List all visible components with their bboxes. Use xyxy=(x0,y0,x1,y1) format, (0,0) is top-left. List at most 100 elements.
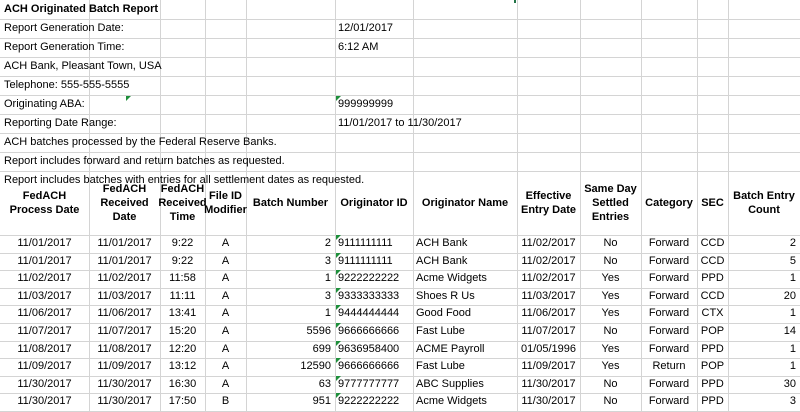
table-cell[interactable]: Forward xyxy=(641,341,697,359)
table-cell[interactable]: 1 xyxy=(246,305,331,323)
table-cell[interactable]: A xyxy=(205,288,246,306)
table-cell[interactable]: 1 xyxy=(728,341,796,359)
table-cell[interactable]: Yes xyxy=(580,358,641,376)
table-cell[interactable]: 12:20 xyxy=(160,341,205,359)
table-cell[interactable]: Forward xyxy=(641,288,697,306)
table-cell[interactable]: 9636958400 xyxy=(338,341,413,359)
report-info-label[interactable]: ACH Bank, Pleasant Town, USA xyxy=(4,57,162,75)
table-header-6[interactable]: Originator ID xyxy=(335,171,413,235)
table-cell[interactable]: POP xyxy=(697,358,728,376)
table-cell[interactable]: A xyxy=(205,253,246,271)
table-cell[interactable]: 3 xyxy=(246,288,331,306)
table-cell[interactable]: A xyxy=(205,341,246,359)
table-cell[interactable]: 11/30/2017 xyxy=(517,393,580,411)
table-cell[interactable]: 9444444444 xyxy=(338,305,413,323)
table-cell[interactable]: Forward xyxy=(641,393,697,411)
table-cell[interactable]: No xyxy=(580,376,641,394)
table-cell[interactable]: 11/01/2017 xyxy=(89,235,160,253)
table-cell[interactable]: PPD xyxy=(697,341,728,359)
table-cell[interactable]: 11/03/2017 xyxy=(517,288,580,306)
table-cell[interactable]: Yes xyxy=(580,270,641,288)
table-cell[interactable]: 11/02/2017 xyxy=(517,235,580,253)
table-header-8[interactable]: Effective Entry Date xyxy=(517,171,580,235)
table-cell[interactable]: 63 xyxy=(246,376,331,394)
table-cell[interactable]: 1 xyxy=(246,270,331,288)
table-cell[interactable]: Shoes R Us xyxy=(416,288,517,306)
table-cell[interactable]: 01/05/1996 xyxy=(517,341,580,359)
table-cell[interactable]: PPD xyxy=(697,393,728,411)
table-cell[interactable]: 9111111111 xyxy=(338,253,413,271)
report-info-label[interactable]: Report includes forward and return batch… xyxy=(4,152,285,170)
table-cell[interactable]: 699 xyxy=(246,341,331,359)
table-cell[interactable]: 11/06/2017 xyxy=(0,305,89,323)
table-cell[interactable]: 2 xyxy=(728,235,796,253)
table-cell[interactable]: 9333333333 xyxy=(338,288,413,306)
table-cell[interactable]: 3 xyxy=(246,253,331,271)
table-cell[interactable]: Return xyxy=(641,358,697,376)
table-cell[interactable]: 9666666666 xyxy=(338,323,413,341)
table-cell[interactable]: 1 xyxy=(728,270,796,288)
report-info-value[interactable]: 11/01/2017 to 11/30/2017 xyxy=(338,114,462,132)
table-cell[interactable]: B xyxy=(205,393,246,411)
table-header-12[interactable]: Batch Entry Count xyxy=(728,171,800,235)
table-cell[interactable]: 11/07/2017 xyxy=(0,323,89,341)
table-header-4[interactable]: File ID Modifier xyxy=(204,171,247,235)
table-cell[interactable]: Yes xyxy=(580,288,641,306)
table-cell[interactable]: 951 xyxy=(246,393,331,411)
table-header-11[interactable]: SEC xyxy=(697,171,728,235)
report-info-label[interactable]: ACH batches processed by the Federal Res… xyxy=(4,133,277,151)
table-header-9[interactable]: Same Day Settled Entries xyxy=(580,171,641,235)
table-cell[interactable]: ABC Supplies xyxy=(416,376,517,394)
table-cell[interactable]: A xyxy=(205,305,246,323)
table-cell[interactable]: No xyxy=(580,323,641,341)
table-cell[interactable]: 12590 xyxy=(246,358,331,376)
table-cell[interactable]: 11/01/2017 xyxy=(89,253,160,271)
table-header-10[interactable]: Category xyxy=(641,171,697,235)
table-cell[interactable]: 11:58 xyxy=(160,270,205,288)
table-cell[interactable]: 1 xyxy=(728,305,796,323)
table-cell[interactable]: PPD xyxy=(697,376,728,394)
table-cell[interactable]: 11/03/2017 xyxy=(89,288,160,306)
table-header-3[interactable]: FedACH Received Time xyxy=(158,171,206,235)
table-cell[interactable]: 11/07/2017 xyxy=(517,323,580,341)
table-cell[interactable]: 16:30 xyxy=(160,376,205,394)
table-cell[interactable]: CCD xyxy=(697,235,728,253)
table-cell[interactable]: ACH Bank xyxy=(416,253,517,271)
table-cell[interactable]: Acme Widgets xyxy=(416,270,517,288)
table-cell[interactable]: Forward xyxy=(641,253,697,271)
table-cell[interactable]: 3 xyxy=(728,393,796,411)
report-info-value[interactable]: 12/01/2017 xyxy=(338,19,393,37)
table-cell[interactable]: 11/01/2017 xyxy=(0,235,89,253)
table-cell[interactable]: 11/09/2017 xyxy=(517,358,580,376)
report-info-value[interactable]: 999999999 xyxy=(338,95,393,113)
table-cell[interactable]: 1 xyxy=(728,358,796,376)
table-cell[interactable]: Fast Lube xyxy=(416,323,517,341)
table-cell[interactable]: 9:22 xyxy=(160,235,205,253)
table-header-2[interactable]: FedACH Received Date xyxy=(89,171,160,235)
table-cell[interactable]: A xyxy=(205,376,246,394)
table-cell[interactable]: Yes xyxy=(580,305,641,323)
table-cell[interactable]: 11/30/2017 xyxy=(89,393,160,411)
table-cell[interactable]: A xyxy=(205,270,246,288)
table-cell[interactable]: 11/07/2017 xyxy=(89,323,160,341)
table-cell[interactable]: ACME Payroll xyxy=(416,341,517,359)
report-info-value[interactable]: 6:12 AM xyxy=(338,38,378,56)
table-cell[interactable]: Good Food xyxy=(416,305,517,323)
table-cell[interactable]: Fast Lube xyxy=(416,358,517,376)
table-cell[interactable]: 11/02/2017 xyxy=(517,253,580,271)
table-cell[interactable]: CTX xyxy=(697,305,728,323)
table-cell[interactable]: 11/02/2017 xyxy=(89,270,160,288)
report-info-label[interactable]: Telephone: 555-555-5555 xyxy=(4,76,129,94)
table-cell[interactable]: No xyxy=(580,253,641,271)
table-cell[interactable]: 11/06/2017 xyxy=(89,305,160,323)
table-cell[interactable]: Forward xyxy=(641,376,697,394)
table-cell[interactable]: 11/02/2017 xyxy=(517,270,580,288)
table-cell[interactable]: 5596 xyxy=(246,323,331,341)
table-cell[interactable]: 2 xyxy=(246,235,331,253)
table-cell[interactable]: 9222222222 xyxy=(338,270,413,288)
table-cell[interactable]: 17:50 xyxy=(160,393,205,411)
report-info-label[interactable]: Originating ABA: xyxy=(4,95,85,113)
table-cell[interactable]: CCD xyxy=(697,288,728,306)
table-cell[interactable]: Acme Widgets xyxy=(416,393,517,411)
table-cell[interactable]: Forward xyxy=(641,323,697,341)
